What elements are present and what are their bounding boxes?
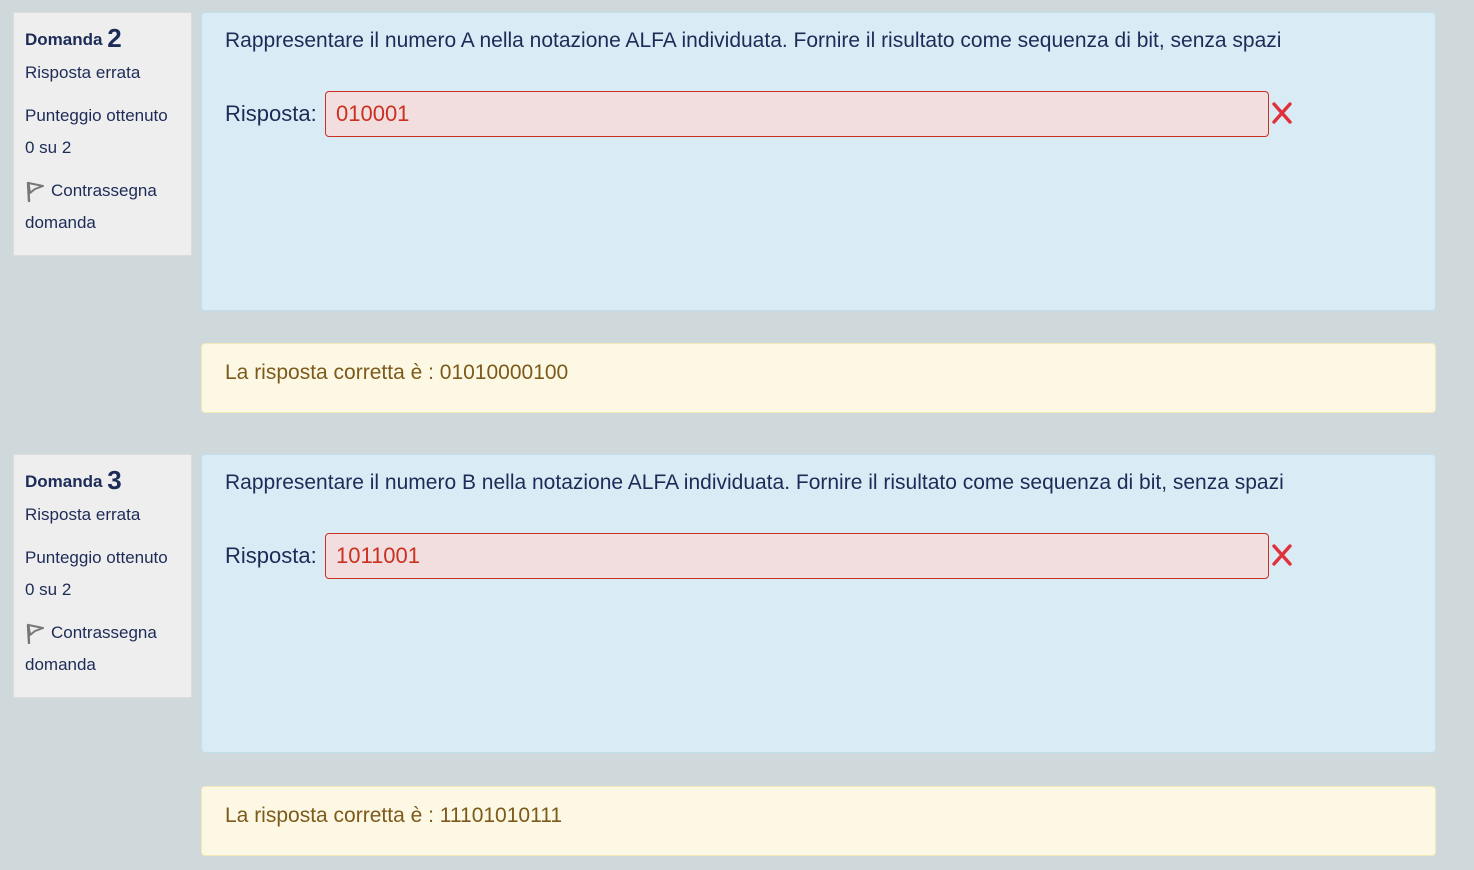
question-state: Risposta errata [25, 63, 141, 82]
question-number: 2 [107, 23, 122, 53]
answer-label: Risposta: [225, 101, 317, 126]
feedback-box-3: La risposta corretta è : 11101010111 [201, 786, 1436, 856]
right-answer: La risposta corretta è : 01010000100 [225, 361, 569, 384]
grade-label: Punteggio ottenuto [25, 106, 168, 125]
flag-question-link[interactable]: Contrassegna domanda [25, 617, 180, 681]
answer-label: Risposta: [225, 543, 317, 568]
answer-input[interactable]: 010001 [325, 91, 1269, 137]
right-answer: La risposta corretta è : 11101010111 [225, 804, 563, 827]
incorrect-cross-icon [1272, 544, 1292, 566]
answer-input[interactable]: 1011001 [325, 533, 1269, 579]
flag-label-2: domanda [25, 655, 96, 674]
question-label: Domanda [25, 472, 103, 491]
grade-value: 0 su 2 [25, 580, 72, 599]
grade-label: Punteggio ottenuto [25, 548, 168, 567]
flag-icon [26, 181, 44, 202]
flag-icon [26, 623, 44, 644]
flag-question-link[interactable]: Contrassegna domanda [25, 175, 180, 239]
question-info-2: Domanda 2 Risposta errata Punteggio otte… [13, 12, 192, 256]
flag-label: Contrassegna [51, 623, 157, 642]
flag-label: Contrassegna [51, 181, 157, 200]
question-text: Rappresentare il numero A nella notazion… [225, 29, 1282, 52]
question-formulation-2: Rappresentare il numero A nella notazion… [201, 12, 1436, 311]
question-label: Domanda [25, 30, 103, 49]
feedback-box-2: La risposta corretta è : 01010000100 [201, 343, 1436, 413]
incorrect-cross-icon [1272, 102, 1292, 124]
question-formulation-3: Rappresentare il numero B nella notazion… [201, 454, 1436, 753]
question-state: Risposta errata [25, 505, 141, 524]
flag-label-2: domanda [25, 213, 96, 232]
question-text: Rappresentare il numero B nella notazion… [225, 471, 1284, 494]
question-info-3: Domanda 3 Risposta errata Punteggio otte… [13, 454, 192, 698]
grade-value: 0 su 2 [25, 138, 72, 157]
question-number: 3 [107, 465, 122, 495]
question-number-heading: Domanda 3 [25, 465, 180, 497]
question-number-heading: Domanda 2 [25, 23, 180, 55]
